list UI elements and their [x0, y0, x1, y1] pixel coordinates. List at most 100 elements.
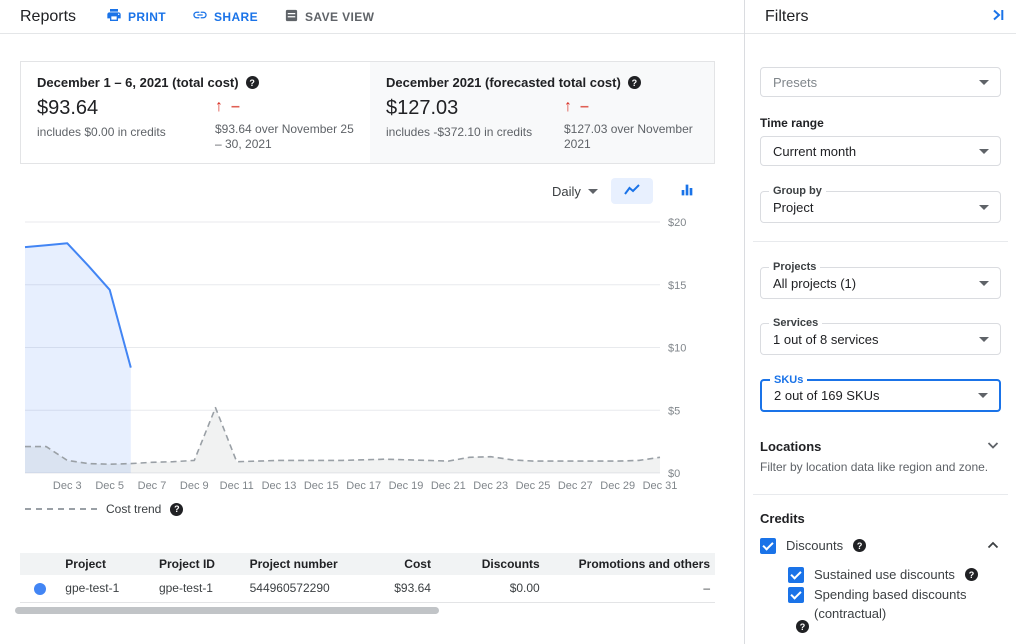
projects-label: Projects	[769, 261, 820, 274]
chart-legend: Cost trend	[25, 502, 183, 516]
spending-discounts-checkbox[interactable]	[788, 587, 804, 603]
help-icon[interactable]	[246, 76, 259, 89]
y-axis-label: $10	[668, 343, 686, 355]
interval-dropdown[interactable]: Daily	[552, 184, 598, 199]
help-icon[interactable]	[796, 620, 809, 633]
save-view-icon	[284, 8, 299, 26]
billing-reports-page: Reports PRINT SHARE SAVE VIEW December 1…	[0, 0, 1017, 644]
dot-column-header	[20, 553, 60, 575]
share-button-label: SHARE	[214, 10, 258, 24]
skus-value: 2 out of 169 SKUs	[774, 388, 978, 403]
table-row[interactable]: gpe-test-1gpe-test-1544960572290$93.64$0…	[20, 575, 715, 602]
total-cost-comparison: $93.64 over November 25 – 30, 2021	[215, 122, 354, 152]
x-axis-label: Dec 27	[558, 480, 593, 492]
filters-title: Filters	[765, 8, 809, 26]
column-header: Project	[60, 553, 154, 575]
projects-select[interactable]: Projects All projects (1)	[760, 267, 1001, 299]
y-axis-label: $15	[668, 280, 686, 292]
total-cost-value: $93.64	[37, 97, 215, 120]
x-axis-label: Dec 29	[600, 480, 635, 492]
trend-dash-icon	[231, 98, 240, 116]
presets-select[interactable]: Presets	[760, 67, 1001, 97]
save-view-button-label: SAVE VIEW	[305, 10, 374, 24]
column-header: Cost	[376, 553, 436, 575]
chevron-down-icon	[985, 441, 1001, 456]
skus-label: SKUs	[770, 374, 807, 387]
locations-section-header[interactable]: Locations	[760, 437, 1001, 455]
discounts-label: Discounts	[786, 536, 843, 555]
forecast-card-title: December 2021 (forecasted total cost)	[386, 75, 621, 90]
horizontal-scrollbar[interactable]	[15, 607, 439, 614]
time-range-select[interactable]: Current month	[760, 136, 1001, 166]
bar-chart-toggle[interactable]	[666, 178, 708, 204]
x-axis-label: Dec 25	[516, 480, 551, 492]
divider	[753, 241, 1008, 242]
services-label: Services	[769, 317, 822, 330]
group-by-value: Project	[773, 200, 979, 215]
chart-controls: Daily	[552, 177, 727, 205]
print-button-label: PRINT	[128, 10, 166, 24]
column-header: Discounts	[436, 553, 545, 575]
services-select[interactable]: Services 1 out of 8 services	[760, 323, 1001, 355]
column-header: Promotions and others	[545, 553, 715, 575]
sustained-discounts-row: Sustained use discounts	[788, 565, 978, 584]
column-header: Project ID	[154, 553, 245, 575]
x-axis-label: Dec 21	[431, 480, 466, 492]
chevron-down-icon	[978, 393, 988, 398]
discounts-checkbox[interactable]	[760, 538, 776, 554]
presets-placeholder: Presets	[773, 75, 979, 90]
chevron-down-icon	[979, 281, 989, 286]
y-axis-label: $20	[668, 217, 686, 229]
time-range-value: Current month	[773, 144, 979, 159]
skus-select[interactable]: SKUs 2 out of 169 SKUs	[760, 379, 1001, 412]
x-axis-label: Dec 11	[220, 480, 254, 492]
x-axis-label: Dec 13	[262, 480, 297, 492]
bar-chart-icon	[679, 182, 695, 201]
table-cell: gpe-test-1	[60, 575, 154, 602]
cost-summary-cards: December 1 – 6, 2021 (total cost) $93.64…	[20, 61, 715, 164]
share-icon	[192, 7, 208, 26]
spending-discounts-row: Spending based discounts (contractual)	[788, 585, 982, 623]
table-cell: $93.64	[376, 575, 436, 602]
help-icon[interactable]	[628, 76, 641, 89]
main-header: Reports PRINT SHARE SAVE VIEW	[0, 0, 744, 34]
forecast-cost-value: $127.03	[386, 97, 564, 120]
x-axis-label: Dec 9	[180, 480, 209, 492]
x-axis-label: Dec 31	[643, 480, 678, 492]
save-view-button[interactable]: SAVE VIEW	[284, 8, 374, 26]
total-cost-credits-note: includes $0.00 in credits	[37, 125, 215, 140]
share-button[interactable]: SHARE	[192, 7, 258, 26]
x-axis-label: Dec 23	[473, 480, 508, 492]
trend-up-icon	[564, 98, 572, 116]
cost-breakdown-table: ProjectProject IDProject numberCostDisco…	[20, 553, 715, 603]
x-axis-label: Dec 17	[346, 480, 381, 492]
chevron-down-icon	[979, 80, 989, 85]
print-button[interactable]: PRINT	[106, 7, 166, 26]
expand-locations-button[interactable]	[985, 437, 1001, 455]
help-icon[interactable]	[853, 539, 866, 552]
collapse-discounts-button[interactable]	[985, 537, 1001, 555]
column-header: Project number	[245, 553, 376, 575]
forecast-comparison: $127.03 over November 2021	[564, 122, 698, 152]
x-axis-label: Dec 7	[138, 480, 167, 492]
y-axis-label: $0	[668, 468, 680, 480]
main-content: Reports PRINT SHARE SAVE VIEW December 1…	[0, 0, 745, 644]
total-cost-card: December 1 – 6, 2021 (total cost) $93.64…	[21, 62, 370, 163]
line-chart-toggle[interactable]	[611, 178, 653, 204]
cost-trend-line-sample	[25, 508, 97, 510]
forecast-cost-card: December 2021 (forecasted total cost) $1…	[370, 62, 714, 163]
total-cost-card-title: December 1 – 6, 2021 (total cost)	[37, 75, 239, 90]
divider	[753, 494, 1008, 495]
group-by-select[interactable]: Group by Project	[760, 191, 1001, 223]
y-axis-label: $5	[668, 405, 680, 417]
table-cell: gpe-test-1	[154, 575, 245, 602]
print-icon	[106, 7, 122, 26]
sustained-discounts-checkbox[interactable]	[788, 567, 804, 583]
line-chart-icon	[623, 183, 641, 200]
table-cell: $0.00	[436, 575, 545, 602]
sustained-discounts-label: Sustained use discounts	[814, 565, 955, 584]
collapse-panel-button[interactable]	[990, 7, 1006, 27]
help-icon[interactable]	[170, 503, 183, 516]
help-icon[interactable]	[965, 568, 978, 581]
chevron-down-icon	[588, 189, 598, 194]
